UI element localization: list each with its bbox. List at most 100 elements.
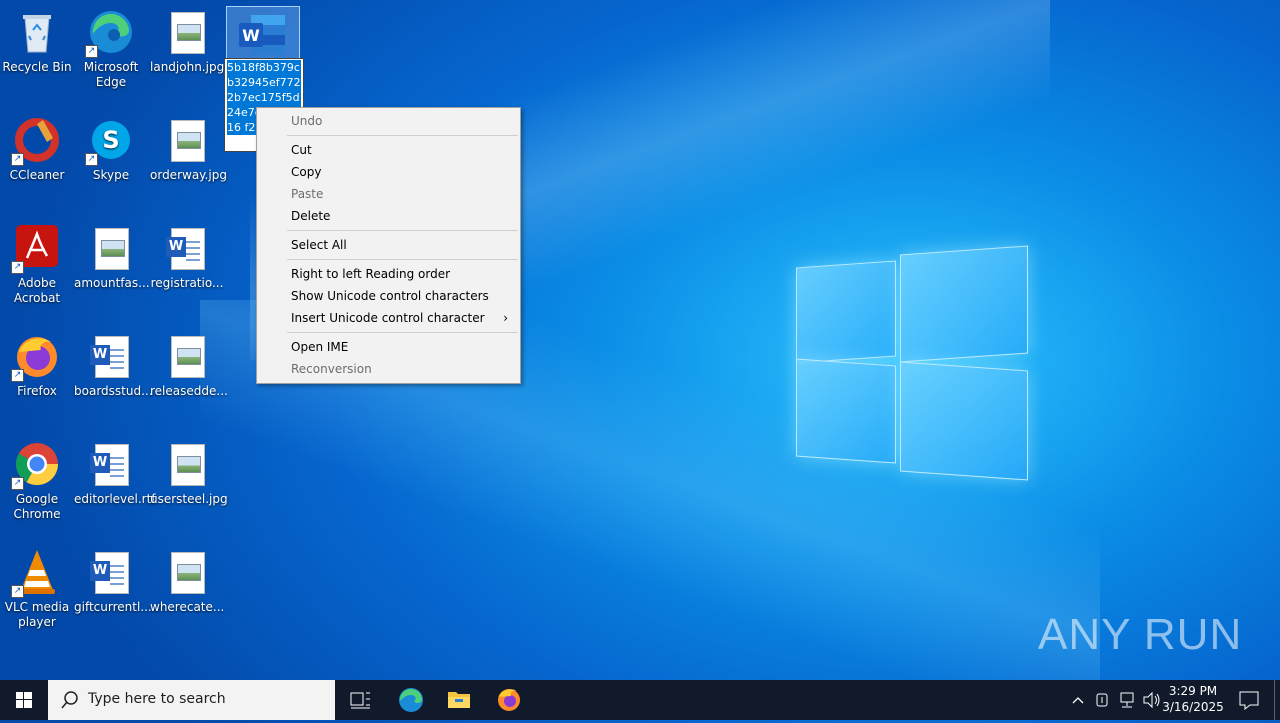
- menu-item-reconversion[interactable]: Reconversion: [259, 358, 518, 380]
- show-desktop-button[interactable]: [1274, 680, 1280, 720]
- show-hidden-icons-chevron[interactable]: [1068, 680, 1088, 720]
- shortcut-arrow-icon: ↗: [85, 153, 98, 166]
- menu-item-delete[interactable]: Delete: [259, 205, 518, 227]
- taskbar-edge[interactable]: [390, 680, 432, 720]
- desktop-icon-boardsstud[interactable]: W boardsstud...: [74, 332, 153, 399]
- desktop-icon-registratio[interactable]: W registratio...: [150, 224, 224, 291]
- taskbar-file-explorer[interactable]: [438, 680, 480, 720]
- icon-label: usersteel.jpg: [150, 492, 228, 506]
- icon-label: registratio...: [150, 276, 224, 290]
- submenu-arrow-icon: ›: [503, 311, 508, 325]
- icon-label: orderway.jpg: [150, 168, 227, 182]
- word-document-icon: W: [163, 224, 211, 272]
- menu-item-select-all[interactable]: Select All: [259, 234, 518, 256]
- search-icon: [61, 691, 78, 709]
- desktop-icon-giftcurrentl[interactable]: W giftcurrentl...: [74, 548, 152, 615]
- desktop-icon-microsoft-edge[interactable]: ↗ Microsoft Edge: [74, 8, 148, 90]
- acrobat-icon: ↗: [11, 224, 61, 274]
- icon-label: landjohn.jpg: [150, 60, 225, 74]
- recycle-bin-icon: [13, 8, 61, 56]
- menu-separator: [287, 230, 518, 231]
- icon-label: Recycle Bin: [2, 60, 72, 74]
- image-file-icon: [163, 116, 211, 164]
- context-menu: Undo Cut Copy Paste Delete Select All Ri…: [256, 107, 521, 384]
- menu-item-undo[interactable]: Undo: [259, 110, 518, 132]
- chevron-up-icon: [1072, 697, 1084, 704]
- edge-icon: [399, 688, 423, 712]
- menu-item-insert-unicode[interactable]: Insert Unicode control character ›: [259, 307, 518, 329]
- chrome-icon: ↗: [11, 440, 61, 490]
- menu-item-label: Insert Unicode control character: [291, 311, 485, 325]
- icon-label: CCleaner: [9, 168, 65, 182]
- menu-item-copy[interactable]: Copy: [259, 161, 518, 183]
- desktop-icon-google-chrome[interactable]: ↗ Google Chrome: [0, 440, 74, 522]
- word-app-icon: W: [237, 13, 287, 57]
- desktop-icon-recycle-bin[interactable]: Recycle Bin: [0, 8, 74, 75]
- windows-logo-wallpaper: [796, 242, 1028, 481]
- menu-separator: [287, 259, 518, 260]
- shortcut-arrow-icon: ↗: [11, 369, 24, 382]
- desktop-icon-ccleaner[interactable]: ↗ CCleaner: [0, 116, 74, 183]
- desktop-icon-releasedde[interactable]: releasedde...: [150, 332, 228, 399]
- image-file-icon: [87, 224, 135, 272]
- svg-text:S: S: [102, 126, 119, 154]
- firefox-icon: ↗: [11, 332, 61, 382]
- action-center-button[interactable]: [1230, 680, 1268, 720]
- search-placeholder: Type here to search: [88, 691, 226, 707]
- icon-label: Skype: [92, 168, 130, 182]
- desktop-icon-amountfas[interactable]: amountfas...: [74, 224, 150, 291]
- taskbar: Type here to search 3:29 PM 3/16/2025: [0, 680, 1280, 720]
- folder-icon: [448, 692, 470, 708]
- taskbar-clock[interactable]: 3:29 PM 3/16/2025: [1158, 683, 1228, 715]
- icon-label: giftcurrentl...: [74, 600, 152, 614]
- vlc-icon: ↗: [11, 548, 61, 598]
- menu-item-paste[interactable]: Paste: [259, 183, 518, 205]
- word-document-icon: W: [87, 332, 135, 380]
- desktop-icon-editorlevel[interactable]: W editorlevel.rtf: [74, 440, 156, 507]
- desktop-icon-landjohn[interactable]: landjohn.jpg: [150, 8, 224, 75]
- icon-label: Google Chrome: [13, 492, 61, 521]
- icon-label: wherecate...: [150, 600, 225, 614]
- start-button[interactable]: [0, 680, 48, 720]
- shortcut-arrow-icon: ↗: [11, 477, 24, 490]
- clock-time: 3:29 PM: [1168, 684, 1218, 698]
- menu-item-show-unicode[interactable]: Show Unicode control characters: [259, 285, 518, 307]
- tray-network-icon[interactable]: [1116, 680, 1138, 720]
- taskbar-firefox[interactable]: [488, 680, 530, 720]
- menu-item-cut[interactable]: Cut: [259, 139, 518, 161]
- icon-label: Microsoft Edge: [83, 60, 139, 89]
- desktop-icon-wherecate[interactable]: wherecate...: [150, 548, 224, 615]
- task-view-icon: [350, 692, 370, 709]
- shortcut-arrow-icon: ↗: [11, 585, 24, 598]
- icon-label: amountfas...: [74, 276, 150, 290]
- word-document-icon: W: [87, 440, 135, 488]
- menu-item-open-ime[interactable]: Open IME: [259, 336, 518, 358]
- menu-item-rtl-reading-order[interactable]: Right to left Reading order: [259, 263, 518, 285]
- usb-device-icon: [1096, 693, 1108, 707]
- shortcut-arrow-icon: ↗: [85, 45, 98, 58]
- ccleaner-icon: ↗: [11, 116, 61, 166]
- image-file-icon: [163, 548, 211, 596]
- desktop-icon-orderway[interactable]: orderway.jpg: [150, 116, 227, 183]
- menu-separator: [287, 332, 518, 333]
- desktop-icon-usersteel[interactable]: usersteel.jpg: [150, 440, 228, 507]
- notification-icon: [1239, 691, 1259, 711]
- word-document-icon: W: [87, 548, 135, 596]
- tray-device-icon[interactable]: [1092, 680, 1112, 720]
- skype-icon: S ↗: [85, 116, 135, 166]
- windows-start-icon: [16, 692, 32, 708]
- shortcut-arrow-icon: ↗: [11, 261, 24, 274]
- edge-icon: ↗: [85, 8, 135, 58]
- icon-label: Firefox: [17, 384, 57, 398]
- firefox-icon: [498, 689, 520, 711]
- desktop-icon-adobe-acrobat[interactable]: ↗ Adobe Acrobat: [0, 224, 74, 306]
- icon-label: VLC media player: [4, 600, 70, 629]
- svg-text:W: W: [242, 26, 260, 45]
- task-view-button[interactable]: [340, 680, 380, 720]
- icon-label: releasedde...: [150, 384, 228, 398]
- desktop-icon-firefox[interactable]: ↗ Firefox: [0, 332, 74, 399]
- taskbar-search-box[interactable]: Type here to search: [48, 680, 335, 720]
- desktop-icon-skype[interactable]: S ↗ Skype: [74, 116, 148, 183]
- desktop-icon-vlc[interactable]: ↗ VLC media player: [0, 548, 74, 630]
- image-file-icon: [163, 440, 211, 488]
